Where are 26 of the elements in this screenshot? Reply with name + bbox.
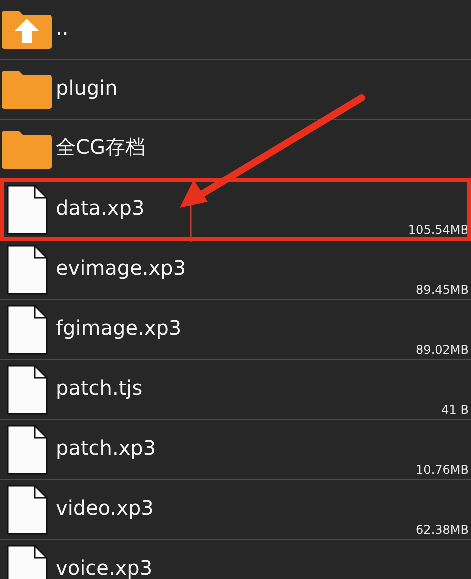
file-name[interactable]: fgimage.xp3 [56,316,182,340]
file-name[interactable]: plugin [56,76,118,100]
file-name[interactable]: 全CG存档 [56,134,146,161]
leader-line [190,204,192,242]
file-icon [6,184,48,234]
file-name[interactable]: patch.xp3 [56,436,156,460]
file-name[interactable]: video.xp3 [56,496,154,520]
folder-icon [1,130,53,170]
file-size: 62.38MB [416,523,469,537]
file-icon [6,424,48,474]
file-name[interactable]: voice.xp3 [56,556,153,579]
file-icon [6,244,48,294]
file-name[interactable]: evimage.xp3 [56,256,186,280]
file-size: 105.54MB [408,223,469,237]
folder-icon [1,70,53,110]
file-size: 89.45MB [416,283,469,297]
file-size: 89.02MB [416,343,469,357]
file-name[interactable]: data.xp3 [56,196,145,220]
file-size: 41 B [442,403,469,417]
folder-up-icon [1,10,53,50]
file-icon [6,364,48,414]
file-name[interactable]: patch.tjs [56,376,143,400]
file-size: 10.76MB [416,463,469,477]
file-name[interactable]: .. [56,16,69,40]
file-icon [6,304,48,354]
file-icon [6,484,48,534]
